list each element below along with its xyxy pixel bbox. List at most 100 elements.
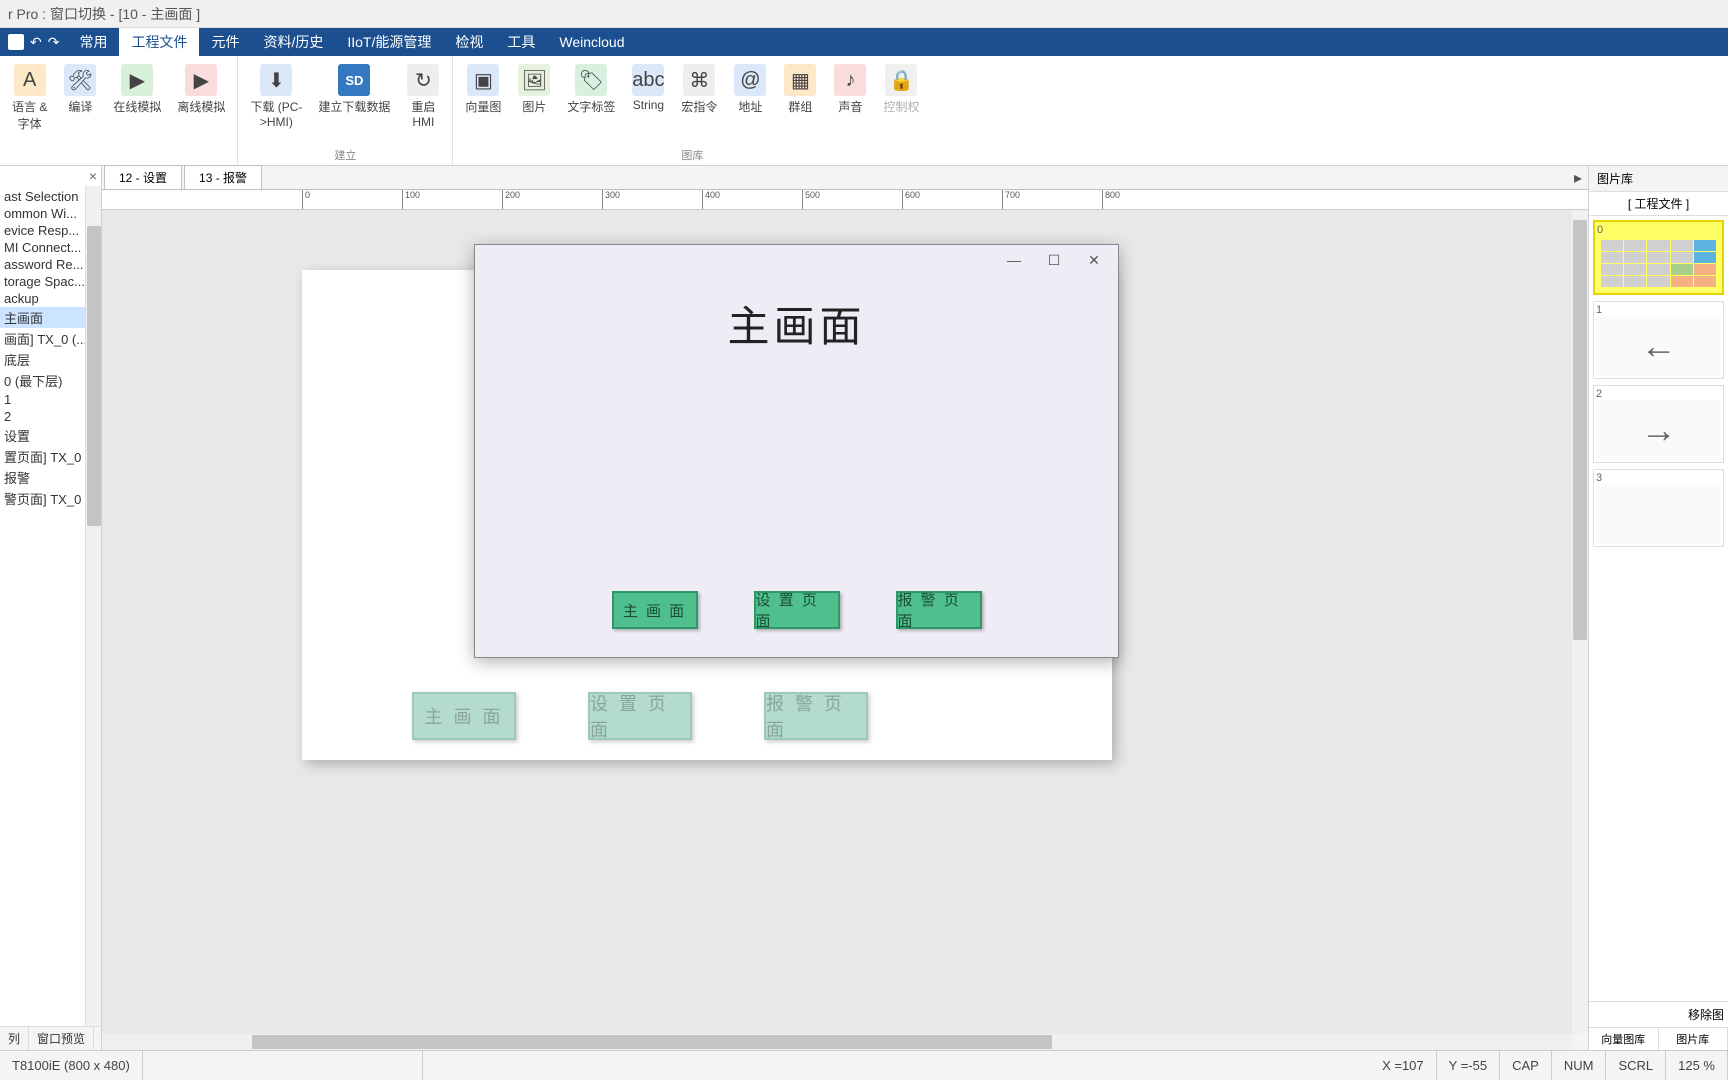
image-library-list: 0 1 ← 2 → 3 (1589, 216, 1728, 1001)
tree-scroll-thumb[interactable] (87, 226, 101, 526)
ribbon-online-sim[interactable]: ▶在线模拟 (105, 62, 169, 134)
ribbon-lang-font[interactable]: A语言 & 字体 (4, 62, 55, 134)
library-item-2[interactable]: 2 → (1593, 385, 1724, 463)
ruler-tick: 600 (902, 190, 920, 210)
qat-redo-icon[interactable]: ↷ (48, 34, 60, 51)
ribbon-group-btn[interactable]: ▦群组 (775, 62, 825, 117)
library-item-1[interactable]: 1 ← (1593, 301, 1724, 379)
design-btn-settings[interactable]: 设 置 页 面 (588, 692, 692, 740)
library-item-num: 0 (1597, 224, 1720, 236)
left-tab-preview[interactable]: 窗口预览 (29, 1027, 94, 1050)
ribbon-image[interactable]: 🖼图片 (509, 62, 559, 117)
qat-undo-icon[interactable]: ↶ (30, 34, 42, 51)
ribbon-group-build: 建立 (334, 145, 356, 163)
status-scrl: SCRL (1606, 1051, 1666, 1080)
vscroll-thumb[interactable] (1573, 220, 1587, 640)
menu-weincloud[interactable]: Weincloud (547, 30, 636, 54)
menu-iiot[interactable]: IIoT/能源管理 (335, 28, 443, 56)
library-item-num: 3 (1596, 472, 1721, 484)
ribbon: A语言 & 字体 🛠编译 ▶在线模拟 ▶离线模拟 ⬇下载 (PC- >HMI) … (0, 56, 1728, 166)
ruler-tick: 300 (602, 190, 620, 210)
ribbon-vector[interactable]: ▣向量图 (457, 62, 509, 117)
app-titlebar: r Pro : 窗口切换 - [10 - 主画面 ] (0, 0, 1728, 28)
library-item-num: 2 (1596, 388, 1721, 400)
qat-save-icon[interactable] (8, 34, 24, 50)
left-panel-tabs: 列 窗口预览 (0, 1026, 101, 1050)
close-icon[interactable]: ✕ (1074, 248, 1114, 272)
statusbar: T8100iE (800 x 480) X = 107 Y = -55 CAP … (0, 1050, 1728, 1080)
doc-tab-alarm[interactable]: 13 - 报警 (184, 165, 262, 189)
quick-access-toolbar: ↶ ↷ (0, 34, 67, 51)
status-empty1 (143, 1051, 423, 1080)
ruler-tick: 500 (802, 190, 820, 210)
canvas-hscrollbar[interactable] (102, 1034, 1572, 1050)
rp-tab-image[interactable]: 图片库 (1659, 1028, 1728, 1050)
canvas-area: 12 - 设置 13 - 报警 ▸ 0 100 200 300 400 500 … (102, 166, 1588, 1050)
runtime-titlebar: — ☐ ✕ (475, 245, 1118, 275)
ribbon-string[interactable]: abcString (623, 62, 673, 117)
ribbon-build-download[interactable]: SD建立下载数据 (310, 62, 398, 131)
runtime-btn-main[interactable]: 主 画 面 (612, 591, 698, 629)
runtime-btn-alarm[interactable]: 报 警 页 面 (896, 591, 982, 629)
menu-component[interactable]: 元件 (199, 28, 251, 56)
tree-scrollbar[interactable] (85, 186, 101, 1050)
library-item-0[interactable]: 0 (1593, 220, 1724, 295)
status-y: Y = -55 (1437, 1051, 1500, 1080)
ribbon-download[interactable]: ⬇下载 (PC- >HMI) (242, 62, 310, 131)
menu-common[interactable]: 常用 (67, 28, 119, 56)
ruler-tick: 700 (1002, 190, 1020, 210)
arrow-left-icon: ← (1596, 316, 1721, 376)
menu-project-file[interactable]: 工程文件 (119, 28, 199, 56)
right-panel: 图片库 [ 工程文件 ] 0 1 ← 2 → 3 (1588, 166, 1728, 1050)
menu-data-history[interactable]: 资料/历史 (251, 28, 335, 56)
status-x: X = 107 (1370, 1051, 1437, 1080)
blank-thumb (1596, 484, 1721, 544)
ruler-tick: 800 (1102, 190, 1120, 210)
ribbon-address[interactable]: @地址 (725, 62, 775, 117)
remove-image-button[interactable]: 移除图 (1589, 1001, 1728, 1027)
right-panel-subtitle: [ 工程文件 ] (1589, 192, 1728, 216)
left-panel: × ast Selection ommon Wi... evice Resp..… (0, 166, 102, 1050)
left-panel-close-icon[interactable]: × (89, 168, 97, 184)
maximize-icon[interactable]: ☐ (1034, 248, 1074, 272)
library-item-num: 1 (1596, 304, 1721, 316)
status-zoom[interactable]: 125 % (1666, 1051, 1728, 1080)
ribbon-offline-sim[interactable]: ▶离线模拟 (169, 62, 233, 134)
doc-tab-settings[interactable]: 12 - 设置 (104, 165, 182, 189)
ribbon-control: 🔒控制权 (875, 62, 927, 117)
runtime-preview-window: — ☐ ✕ 主画面 主 画 面 设 置 页 面 报 警 页 面 (474, 244, 1119, 658)
hscroll-thumb[interactable] (252, 1035, 1052, 1049)
right-panel-title: 图片库 (1589, 166, 1728, 192)
ribbon-restart-hmi[interactable]: ↻重启 HMI (398, 62, 448, 131)
status-model: T8100iE (800 x 480) (0, 1051, 143, 1080)
tab-nav-right-icon[interactable]: ▸ (1574, 168, 1582, 188)
menu-view[interactable]: 检视 (443, 28, 495, 56)
status-caps: CAP (1500, 1051, 1552, 1080)
ruler-tick: 200 (502, 190, 520, 210)
document-tabs: 12 - 设置 13 - 报警 ▸ (102, 166, 1588, 190)
canvas-vscrollbar[interactable] (1572, 210, 1588, 1034)
runtime-btn-settings[interactable]: 设 置 页 面 (754, 591, 840, 629)
menu-tools[interactable]: 工具 (495, 28, 547, 56)
ribbon-compile[interactable]: 🛠编译 (55, 62, 105, 134)
left-tab-list[interactable]: 列 (0, 1027, 29, 1050)
arrow-right-icon: → (1596, 400, 1721, 460)
ruler-tick: 0 (302, 190, 310, 210)
rp-tab-vector[interactable]: 向量图库 (1589, 1028, 1659, 1050)
design-btn-alarm[interactable]: 报 警 页 面 (764, 692, 868, 740)
library-item-3[interactable]: 3 (1593, 469, 1724, 547)
minimize-icon[interactable]: — (994, 248, 1034, 272)
runtime-button-row: 主 画 面 设 置 页 面 报 警 页 面 (475, 591, 1118, 629)
runtime-title-text: 主画面 (475, 293, 1118, 354)
design-canvas[interactable]: 主 画 面 设 置 页 面 报 警 页 面 — ☐ ✕ 主画面 主 画 面 设 … (102, 210, 1572, 1034)
ruler-tick: 400 (702, 190, 720, 210)
status-num: NUM (1552, 1051, 1607, 1080)
content-area: × ast Selection ommon Wi... evice Resp..… (0, 166, 1728, 1050)
ribbon-text-label[interactable]: 🏷文字标签 (559, 62, 623, 117)
ribbon-macro[interactable]: ⌘宏指令 (673, 62, 725, 117)
ruler-tick: 100 (402, 190, 420, 210)
menubar: ↶ ↷ 常用 工程文件 元件 资料/历史 IIoT/能源管理 检视 工具 Wei… (0, 28, 1728, 56)
ribbon-sound[interactable]: ♪声音 (825, 62, 875, 117)
design-btn-main[interactable]: 主 画 面 (412, 692, 516, 740)
right-panel-tabs: 向量图库 图片库 (1589, 1027, 1728, 1050)
